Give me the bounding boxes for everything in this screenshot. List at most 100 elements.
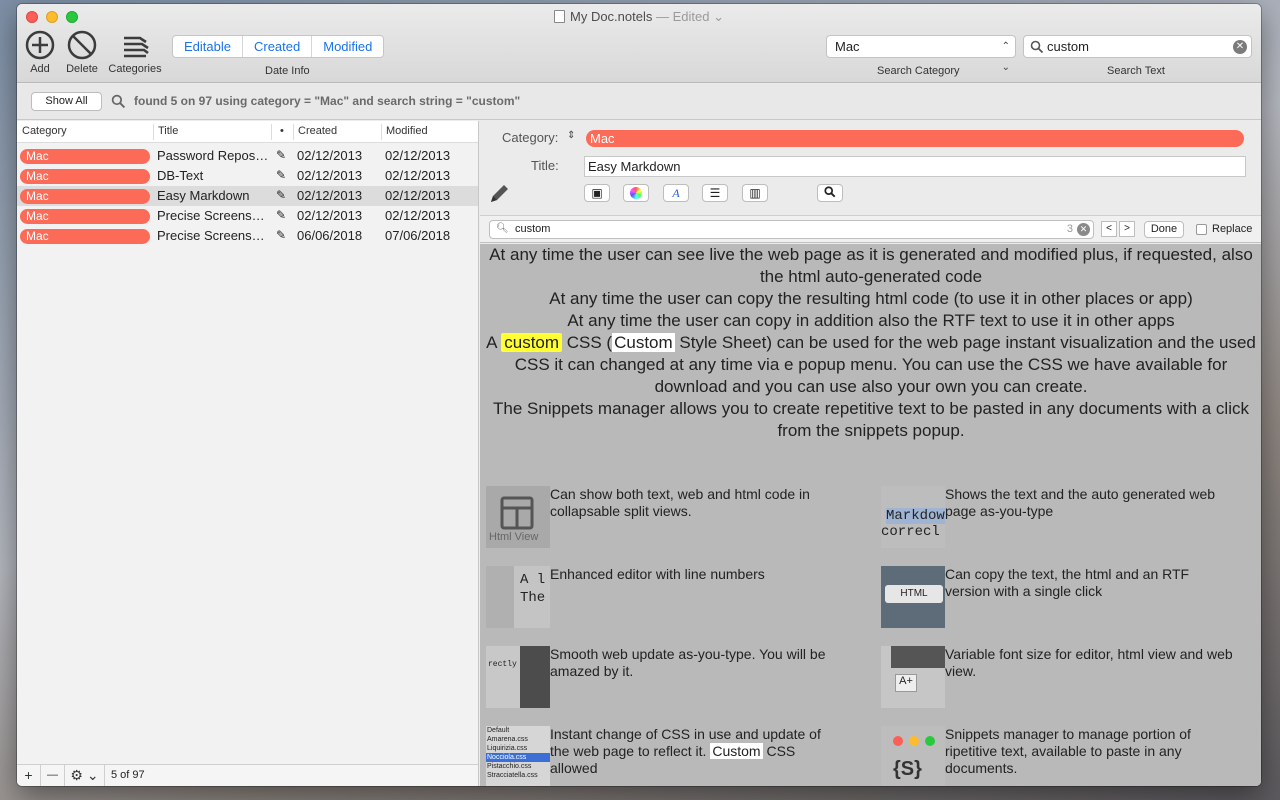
- search-icon: [1030, 40, 1044, 54]
- feature-thumbnail: A+: [881, 646, 945, 708]
- document-icon: [554, 10, 565, 23]
- add-icon: [25, 30, 55, 60]
- column-header-created[interactable]: Created: [298, 125, 337, 137]
- table-row[interactable]: Mac DB-Text ✎ 02/12/2013 02/12/2013: [17, 166, 478, 186]
- replace-label: Replace: [1212, 223, 1253, 235]
- align-lines-icon: ☰: [709, 186, 721, 200]
- search-status-text: found 5 on 97 using category = "Mac" and…: [134, 94, 521, 108]
- feature-text: Variable font size for editor, html view…: [945, 646, 1233, 679]
- search-highlight: custom: [501, 333, 563, 352]
- layout-view-button[interactable]: ▣: [584, 184, 610, 202]
- column-header-edit[interactable]: •: [280, 125, 284, 137]
- feature-thumbnail: Default Amarena.css Liquirizia.css Nocciola…: [486, 726, 550, 786]
- search-text-label: Search Text: [1107, 65, 1165, 77]
- title-field-label: Title:: [531, 158, 559, 173]
- show-all-button[interactable]: Show All: [31, 92, 102, 111]
- row-title: Easy Markdown: [157, 188, 250, 203]
- row-modified: 02/12/2013: [385, 208, 451, 223]
- notes-list-pane: Category Title • Created Modified Mac Pas…: [17, 121, 479, 786]
- thumb-toolbar: [891, 646, 945, 668]
- category-pill: Mac: [20, 169, 150, 184]
- search-match: Custom: [710, 743, 763, 759]
- feature-text: Can show both text, web and html code in…: [550, 486, 810, 519]
- row-title: Password Reposi…: [157, 148, 269, 163]
- add-button[interactable]: Add: [25, 30, 55, 75]
- find-previous-button[interactable]: <: [1101, 221, 1117, 237]
- add-note-button[interactable]: +: [17, 765, 41, 786]
- table-row[interactable]: Mac Precise Screenshot ✎ 02/12/2013 02/12/20…: [17, 206, 478, 226]
- color-button[interactable]: [623, 184, 649, 202]
- updown-arrows-icon: ⌃ ⌄: [1001, 41, 1010, 73]
- pencil-icon[interactable]: [488, 183, 510, 205]
- category-field[interactable]: Mac: [586, 130, 1244, 147]
- css-list-item: Nocciola.css: [486, 753, 550, 762]
- table-row[interactable]: Mac Easy Markdown ✎ 02/12/2013 02/12/2013: [17, 186, 478, 206]
- segment-editable[interactable]: Editable: [173, 36, 243, 57]
- category-pill: Mac: [20, 149, 150, 164]
- feature-thumbnail: Markdow correcl: [881, 486, 945, 548]
- content-line: At any time the user can copy in additio…: [567, 311, 1175, 330]
- window-title: My Doc.notels — Edited ⌄: [17, 9, 1261, 25]
- row-created: 02/12/2013: [297, 148, 363, 163]
- find-done-button[interactable]: Done: [1144, 221, 1184, 238]
- gear-icon[interactable]: ⚙ ⌄: [65, 765, 105, 786]
- clear-search-icon[interactable]: ✕: [1233, 40, 1247, 54]
- thumb-web-panel: [520, 646, 550, 708]
- pencil-icon[interactable]: ✎: [276, 168, 286, 182]
- match-count: 3: [1066, 223, 1073, 235]
- column-separator: [293, 124, 294, 140]
- feature-text: Enhanced editor with line numbers: [550, 566, 765, 582]
- search-match: Custom: [612, 333, 675, 352]
- remove-note-button[interactable]: —: [41, 765, 65, 786]
- thumb-code-line: correcl: [881, 524, 940, 540]
- segment-created[interactable]: Created: [243, 36, 313, 57]
- segment-modified[interactable]: Modified: [312, 36, 383, 57]
- table-row[interactable]: Mac Password Reposi… ✎ 02/12/2013 02/12/2013: [17, 146, 478, 166]
- updown-arrows-icon[interactable]: ⇕: [567, 130, 575, 141]
- row-created: 02/12/2013: [297, 168, 363, 183]
- content-line: At any time the user can see live the we…: [489, 245, 1253, 286]
- search-text-field[interactable]: custom ✕: [1023, 35, 1252, 58]
- css-paragraph: A custom CSS (Custom Style Sheet) can be…: [486, 333, 1256, 396]
- table-header: Category Title • Created Modified: [17, 121, 478, 143]
- line-number-gutter: [486, 566, 514, 628]
- date-info-segmented-control: Editable Created Modified: [172, 35, 385, 58]
- content-line: At any time the user can copy the result…: [549, 289, 1193, 308]
- table-row[interactable]: Mac Precise Screensh… ✎ 06/06/2018 07/06/201…: [17, 226, 478, 246]
- pencil-icon[interactable]: ✎: [276, 228, 286, 242]
- paragraph-button[interactable]: ☰: [702, 184, 728, 202]
- column-separator: [381, 124, 382, 140]
- search-category-popup[interactable]: Mac ⌃ ⌄: [826, 35, 1016, 73]
- column-header-category[interactable]: Category: [22, 125, 67, 137]
- clear-find-icon[interactable]: ✕: [1077, 223, 1090, 236]
- column-header-modified[interactable]: Modified: [386, 125, 428, 137]
- find-button[interactable]: [817, 184, 843, 202]
- row-created: 02/12/2013: [297, 188, 363, 203]
- font-button[interactable]: A: [663, 184, 689, 202]
- layout-icon: ▣: [591, 186, 603, 200]
- css-list-item: Liquirizia.css: [487, 745, 528, 752]
- row-modified: 07/06/2018: [385, 228, 451, 243]
- delete-icon: [67, 30, 97, 60]
- category-pill: Mac: [20, 189, 150, 204]
- chevron-down-icon: ⌄: [709, 9, 724, 24]
- categories-button[interactable]: Categories: [105, 30, 165, 75]
- title-field[interactable]: Easy Markdown: [584, 156, 1246, 177]
- find-next-button[interactable]: >: [1119, 221, 1135, 237]
- css-list-item: Pistacchio.css: [487, 763, 532, 770]
- css-list-item: Stracciatella.css: [487, 772, 538, 779]
- pencil-icon[interactable]: ✎: [276, 188, 286, 202]
- replace-checkbox[interactable]: [1196, 224, 1207, 235]
- pencil-icon[interactable]: ✎: [276, 208, 286, 222]
- delete-button[interactable]: Delete: [63, 30, 101, 75]
- feature-thumbnail: {S}: [881, 726, 945, 786]
- pencil-icon[interactable]: ✎: [276, 148, 286, 162]
- search-category-label: Search Category: [877, 65, 960, 77]
- web-preview: At any time the user can see live the we…: [480, 244, 1261, 786]
- table-button[interactable]: ▥: [742, 184, 768, 202]
- find-field[interactable]: 🔍︎ custom 3 ✕: [489, 220, 1094, 239]
- feature-text: Snippets manager to manage portion of ri…: [945, 726, 1191, 776]
- date-info-label: Date Info: [265, 65, 310, 77]
- app-window: My Doc.notels — Edited ⌄ Add Delete Cate…: [17, 4, 1261, 786]
- column-header-title[interactable]: Title: [158, 125, 178, 137]
